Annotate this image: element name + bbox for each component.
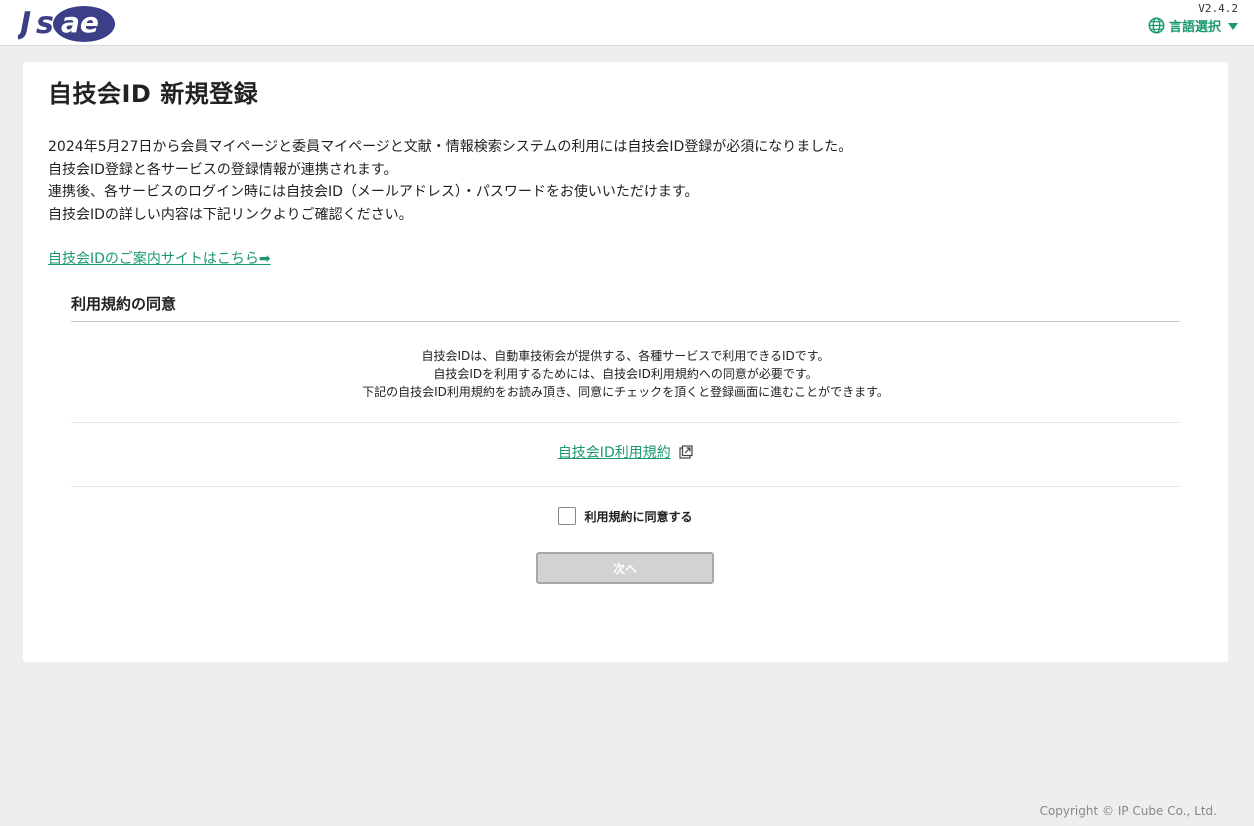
- terms-description: 自技会IDは、自動車技術会が提供する、各種サービスで利用できるIDです。 自技会…: [71, 347, 1180, 401]
- divider: [71, 422, 1180, 423]
- svg-text:J: J: [18, 6, 31, 41]
- intro-line: 連携後、各サービスのログイン時には自技会ID（メールアドレス）・パスワードをお使…: [48, 184, 699, 200]
- jsae-logo[interactable]: J s ae: [18, 2, 118, 44]
- agree-checkbox[interactable]: [558, 507, 577, 525]
- page-title: 自技会ID 新規登録: [48, 80, 259, 108]
- divider: [71, 486, 1180, 487]
- desc-line: 下記の自技会ID利用規約をお読み頂き、同意にチェックを頂くと登録画面に進むことが…: [362, 385, 889, 399]
- version-label: V2.4.2: [1198, 2, 1238, 15]
- agree-row[interactable]: 利用規約に同意する: [71, 507, 1180, 525]
- guide-site-link[interactable]: 自技会IDのご案内サイトはこちら➡: [48, 248, 271, 268]
- language-label: 言語選択: [1168, 20, 1221, 35]
- next-button[interactable]: 次へ: [536, 552, 714, 584]
- intro-text: 2024年5月27日から会員マイページと委員マイページと文献・情報検索システムの…: [48, 136, 852, 226]
- terms-link-row: 自技会ID利用規約: [71, 442, 1180, 462]
- divider: [71, 321, 1180, 322]
- svg-text:s: s: [36, 6, 54, 41]
- intro-line: 2024年5月27日から会員マイページと委員マイページと文献・情報検索システムの…: [48, 139, 853, 155]
- intro-line: 自技会ID登録と各サービスの登録情報が連携されます。: [48, 161, 398, 178]
- section-title: 利用規約の同意: [71, 295, 177, 313]
- desc-line: 自技会IDは、自動車技術会が提供する、各種サービスで利用できるIDです。: [421, 349, 830, 363]
- language-select[interactable]: 言語選択: [1148, 16, 1238, 35]
- header: J s ae V2.4.2 言語選択: [0, 0, 1254, 46]
- agree-label: 利用規約に同意する: [584, 509, 693, 524]
- desc-line: 自技会IDを利用するためには、自技会ID利用規約への同意が必要です。: [433, 367, 818, 381]
- globe-icon: [1148, 17, 1165, 34]
- copyright: Copyright © IP Cube Co., Ltd.: [1039, 804, 1217, 818]
- caret-down-icon: [1228, 22, 1238, 30]
- intro-line: 自技会IDの詳しい内容は下記リンクよりご確認ください。: [48, 206, 413, 223]
- terms-link[interactable]: 自技会ID利用規約: [558, 445, 671, 461]
- svg-text:ae: ae: [61, 6, 99, 39]
- external-link-icon[interactable]: [679, 445, 693, 459]
- main-card: 自技会ID 新規登録 2024年5月27日から会員マイページと委員マイページと文…: [23, 62, 1228, 662]
